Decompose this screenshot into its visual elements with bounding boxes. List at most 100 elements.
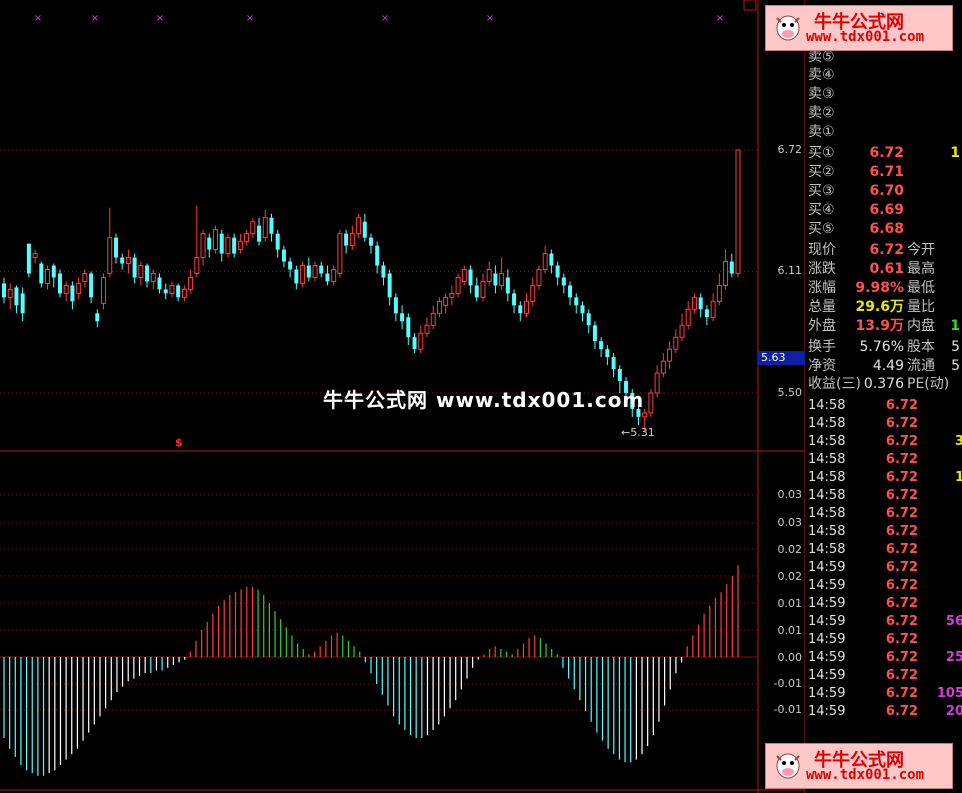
buy-5-price: 6.68 — [869, 221, 904, 237]
tick-price: 6.72 — [885, 578, 918, 593]
stat-row: 净资 4.49 流通 5 — [808, 357, 962, 376]
candle-body — [449, 292, 455, 298]
candle-body — [275, 233, 280, 250]
candle-body — [679, 324, 685, 338]
candle-body — [735, 149, 741, 274]
candle-body — [468, 269, 473, 286]
candle-body — [63, 284, 69, 294]
candle-body — [430, 312, 436, 326]
top-marker: × — [246, 13, 254, 24]
top-marker: × — [91, 13, 99, 24]
candle-body — [505, 277, 510, 294]
stat-row: 总量 29.6万 量比 — [808, 298, 962, 317]
candle-body — [375, 245, 380, 266]
tick-price: 6.72 — [885, 560, 918, 575]
candle-body — [592, 325, 597, 342]
tick-time: 14:59 — [808, 614, 846, 629]
buy-row: 买④ 6.69 — [808, 201, 962, 220]
candle-body — [163, 289, 168, 294]
stat-label: 换手 — [808, 339, 836, 355]
stat-label: 总量 — [808, 299, 836, 315]
top-marker: × — [486, 13, 494, 24]
candle-body — [14, 287, 19, 306]
sell-1-label: 卖① — [808, 124, 835, 140]
tick-time: 14:59 — [808, 578, 846, 593]
tick-time: 14:58 — [808, 416, 846, 431]
top-marker: × — [716, 13, 724, 24]
candle-body — [181, 288, 187, 298]
tick-time: 14:58 — [808, 398, 846, 413]
stat-label: 内盘 — [907, 318, 935, 334]
indicator-axis-label: 0.03 — [777, 488, 803, 501]
candle-body — [648, 392, 654, 414]
candle-body — [493, 273, 498, 286]
candle-body — [101, 276, 107, 304]
low-price-marker: ←5.31 — [621, 426, 655, 439]
candle-body — [704, 309, 709, 318]
buy-4-price: 6.69 — [869, 202, 904, 218]
tick-time: 14:59 — [808, 704, 846, 719]
tick-time: 14:59 — [808, 560, 846, 575]
candle-body — [393, 297, 398, 314]
indicator-axis-label: 0.02 — [777, 570, 803, 583]
candle-body — [400, 313, 405, 322]
chart-area[interactable]: × × × × × × × 6.72 6.11 5.50 5.63 0.03 0.03 0.… — [0, 0, 805, 793]
tick-time: 14:58 — [808, 524, 846, 539]
candle-body — [107, 237, 113, 274]
buy-2-price: 6.71 — [869, 164, 904, 180]
candle-body — [232, 237, 237, 254]
candle-body — [32, 253, 38, 259]
stat-value: 0.376 — [863, 376, 904, 392]
stat-label: 外盘 — [808, 318, 836, 334]
indicator-axis-label: -0.01 — [773, 677, 802, 690]
tick-price: 6.72 — [885, 434, 918, 449]
candle-body — [685, 308, 691, 326]
candle-body — [381, 265, 386, 278]
buy-5-label: 买⑤ — [808, 221, 835, 237]
cow-logo-icon — [776, 15, 800, 41]
candle-body — [387, 273, 392, 298]
candle-body — [89, 273, 94, 298]
candle-body — [125, 257, 131, 265]
buy-row: 买② 6.71 — [808, 163, 962, 182]
tick-price: 6.72 — [885, 632, 918, 647]
buy-1-vol: 1 — [950, 145, 960, 161]
stat-label: 股本 — [907, 339, 935, 355]
window-button-icon — [743, 0, 757, 11]
candle-body — [225, 237, 231, 255]
stat-label: 最低 — [907, 280, 935, 296]
buy-2-label: 买② — [808, 164, 835, 180]
candle-body — [349, 233, 355, 247]
candle-body — [436, 300, 442, 314]
tick-row: 14:59 6.72 — [808, 631, 962, 649]
candle-body — [698, 297, 703, 310]
candle-body — [443, 296, 449, 306]
candle-body — [244, 233, 250, 243]
tick-row: 14:58 6.72 — [808, 451, 962, 469]
candle-body — [362, 221, 367, 238]
tick-price: 6.72 — [885, 452, 918, 467]
candle-body — [356, 217, 362, 235]
candle-body — [207, 237, 212, 250]
candle-body — [424, 324, 430, 334]
stat-label: 今开 — [907, 242, 935, 258]
candle-body — [691, 296, 697, 310]
tick-row: 14:59 6.72 — [808, 595, 962, 613]
tick-row: 14:58 6.72 — [808, 505, 962, 523]
stat-row: 涨跌 0.61 最高 — [808, 260, 962, 279]
tick-price: 6.72 — [885, 506, 918, 521]
signal-mark: $ — [175, 436, 183, 449]
tick-price: 6.72 — [885, 596, 918, 611]
tick-row: 14:59 6.72 — [808, 577, 962, 595]
tick-volume: 105 — [936, 686, 962, 701]
candle-body — [542, 253, 548, 271]
stat-label: PE(动) — [907, 376, 950, 392]
stat-row: 涨幅 9.98% 最低 — [808, 279, 962, 298]
candle-body — [536, 269, 542, 286]
candle-body — [412, 337, 417, 350]
candle-body — [95, 313, 100, 322]
stat-value: 1 — [950, 318, 960, 334]
candle-body — [237, 241, 243, 251]
tick-row: 14:58 6.72 1 — [808, 469, 962, 487]
buy-row: 买⑤ 6.68 — [808, 220, 962, 239]
